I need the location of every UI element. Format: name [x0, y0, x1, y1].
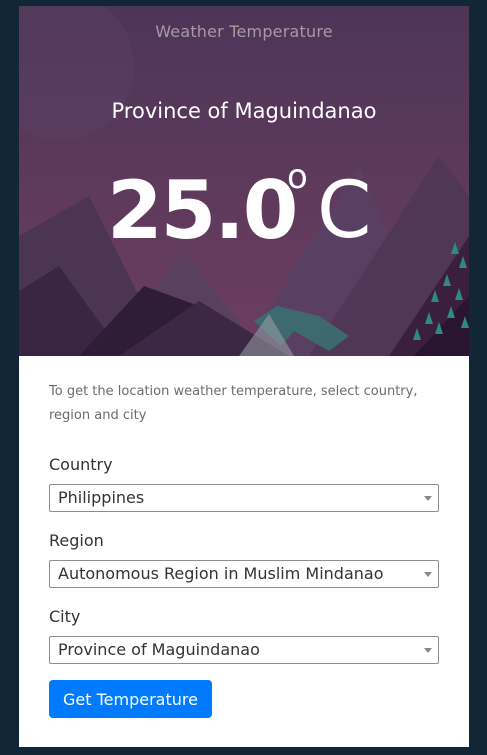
- location-form: To get the location weather temperature,…: [49, 380, 439, 718]
- app-title: Weather Temperature: [155, 22, 333, 41]
- temperature-display: 25.0 o C: [19, 157, 469, 261]
- weather-card: Weather Temperature Province of Maguinda…: [19, 6, 469, 747]
- instructions-text: To get the location weather temperature,…: [49, 384, 418, 423]
- degree-symbol: o: [287, 157, 308, 197]
- country-select-value: Philippines: [58, 488, 145, 507]
- temperature-unit: C: [317, 166, 372, 256]
- country-select[interactable]: Philippines: [49, 484, 439, 512]
- location-name: Province of Maguindanao: [111, 99, 377, 123]
- region-select-value: Autonomous Region in Muslim Mindanao: [58, 564, 384, 583]
- hero-banner: Weather Temperature Province of Maguinda…: [19, 6, 469, 356]
- city-label: City: [49, 607, 81, 626]
- region-select[interactable]: Autonomous Region in Muslim Mindanao: [49, 560, 439, 588]
- city-select-value: Province of Maguindanao: [58, 640, 260, 659]
- chevron-down-icon: [424, 496, 432, 501]
- region-label: Region: [49, 531, 104, 550]
- get-temperature-button[interactable]: Get Temperature: [49, 680, 212, 718]
- city-select[interactable]: Province of Maguindanao: [49, 636, 439, 664]
- chevron-down-icon: [424, 572, 432, 577]
- country-label: Country: [49, 455, 113, 474]
- temperature-value: 25.0: [107, 164, 298, 257]
- chevron-down-icon: [424, 648, 432, 653]
